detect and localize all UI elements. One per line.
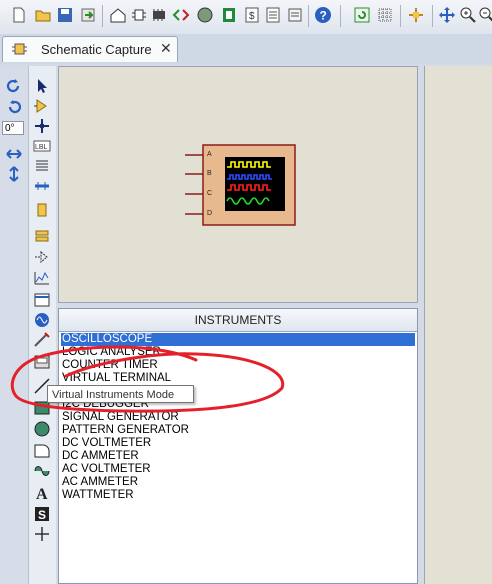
zoom-in-icon[interactable] bbox=[459, 6, 477, 24]
mode-toolbar: LBL A S bbox=[29, 66, 56, 584]
close-tab-icon[interactable]: ✕ bbox=[160, 40, 172, 57]
design-explorer-icon[interactable] bbox=[264, 6, 282, 24]
pin-label-a: A bbox=[207, 151, 212, 158]
buses-mode-icon[interactable] bbox=[33, 178, 51, 194]
grid-icon[interactable] bbox=[376, 6, 394, 24]
new-file-icon[interactable] bbox=[10, 6, 28, 24]
list-item[interactable]: SIGNAL GENERATOR bbox=[61, 411, 415, 424]
list-item[interactable]: AC VOLTMETER bbox=[61, 463, 415, 476]
path-2d-mode-icon[interactable] bbox=[33, 463, 51, 479]
mirror-vertical-icon[interactable] bbox=[5, 166, 23, 182]
svg-text:S: S bbox=[38, 508, 46, 522]
markers-2d-mode-icon[interactable] bbox=[33, 526, 51, 542]
subcircuit-mode-icon[interactable] bbox=[33, 202, 51, 218]
text-2d-mode-icon[interactable]: A bbox=[33, 484, 51, 500]
list-item[interactable]: LOGIC ANALYSER bbox=[61, 346, 415, 359]
device-preview: A B C D bbox=[58, 66, 418, 303]
list-item[interactable]: PATTERN GENERATOR bbox=[61, 424, 415, 437]
rotation-angle-field[interactable]: 0° bbox=[2, 121, 24, 135]
list-item[interactable]: COUNTER TIMER bbox=[61, 359, 415, 372]
junction-dot-mode-icon[interactable] bbox=[33, 118, 51, 134]
home-icon[interactable] bbox=[109, 6, 127, 24]
notes-icon[interactable] bbox=[286, 6, 304, 24]
pin-label-b: B bbox=[207, 170, 212, 177]
component-mode-icon[interactable] bbox=[33, 98, 51, 114]
svg-text:?: ? bbox=[320, 9, 327, 23]
import-icon[interactable] bbox=[79, 6, 97, 24]
voltage-probe-mode-icon[interactable] bbox=[33, 332, 51, 348]
3d-visualizer-icon[interactable] bbox=[196, 6, 214, 24]
text-script-mode-icon[interactable] bbox=[33, 158, 51, 174]
instruments-list[interactable]: OSCILLOSCOPE LOGIC ANALYSER COUNTER TIME… bbox=[61, 333, 415, 502]
pin-label-c: C bbox=[207, 190, 213, 197]
schematic-icon[interactable] bbox=[130, 6, 148, 24]
mode-tooltip: Virtual Instruments Mode bbox=[47, 385, 194, 403]
gerber-viewer-icon[interactable] bbox=[220, 6, 238, 24]
list-item[interactable]: OSCILLOSCOPE bbox=[61, 333, 415, 346]
list-item[interactable]: WATTMETER bbox=[61, 489, 415, 502]
wire-label-mode-icon[interactable]: LBL bbox=[33, 138, 51, 154]
pin-label-d: D bbox=[207, 210, 213, 217]
mirror-horizontal-icon[interactable] bbox=[5, 146, 23, 162]
refresh-icon[interactable] bbox=[353, 6, 371, 24]
svg-text:LBL: LBL bbox=[35, 144, 48, 151]
tab-label: Schematic Capture bbox=[41, 42, 152, 57]
pcb-layout-icon[interactable] bbox=[150, 6, 168, 24]
generator-mode-icon[interactable] bbox=[33, 312, 51, 328]
svg-text:$: $ bbox=[249, 11, 255, 22]
terminals-mode-icon[interactable] bbox=[33, 228, 51, 244]
list-item[interactable]: DC VOLTMETER bbox=[61, 437, 415, 450]
graph-mode-icon[interactable] bbox=[33, 270, 51, 286]
instruments-panel-title: INSTRUMENTS bbox=[59, 309, 417, 332]
virtual-instruments-mode-icon[interactable] bbox=[33, 354, 51, 370]
rotate-anticlockwise-icon[interactable] bbox=[5, 99, 23, 115]
list-item[interactable]: AC AMMETER bbox=[61, 476, 415, 489]
selection-mode-icon[interactable] bbox=[33, 78, 51, 94]
save-icon[interactable] bbox=[56, 6, 74, 24]
zoom-out-icon[interactable] bbox=[478, 6, 492, 24]
schematic-tab-icon bbox=[12, 43, 27, 55]
tab-schematic-capture[interactable]: Schematic Capture ✕ bbox=[2, 36, 178, 62]
pan-icon[interactable] bbox=[438, 6, 456, 24]
svg-text:A: A bbox=[36, 486, 48, 500]
list-item[interactable]: VIRTUAL TERMINAL bbox=[61, 372, 415, 385]
rotate-clockwise-icon[interactable] bbox=[5, 78, 23, 94]
source-code-icon[interactable] bbox=[172, 6, 190, 24]
schematic-editing-window[interactable] bbox=[424, 66, 492, 584]
list-item[interactable]: DC AMMETER bbox=[61, 450, 415, 463]
bill-of-materials-icon[interactable]: $ bbox=[243, 6, 261, 24]
symbol-2d-mode-icon[interactable]: S bbox=[33, 506, 51, 522]
tape-recorder-mode-icon[interactable] bbox=[33, 292, 51, 308]
open-folder-icon[interactable] bbox=[34, 6, 52, 24]
instruments-panel: INSTRUMENTS OSCILLOSCOPE LOGIC ANALYSER … bbox=[58, 308, 418, 584]
arc-2d-mode-icon[interactable] bbox=[33, 443, 51, 459]
device-pins-mode-icon[interactable] bbox=[33, 249, 51, 265]
orientation-toolbar bbox=[0, 66, 29, 584]
oscilloscope-symbol bbox=[185, 144, 296, 226]
help-icon[interactable]: ? bbox=[314, 6, 332, 24]
main-toolbar: $ ? bbox=[0, 0, 492, 35]
origin-icon[interactable] bbox=[407, 6, 425, 24]
circle-2d-mode-icon[interactable] bbox=[33, 421, 51, 437]
